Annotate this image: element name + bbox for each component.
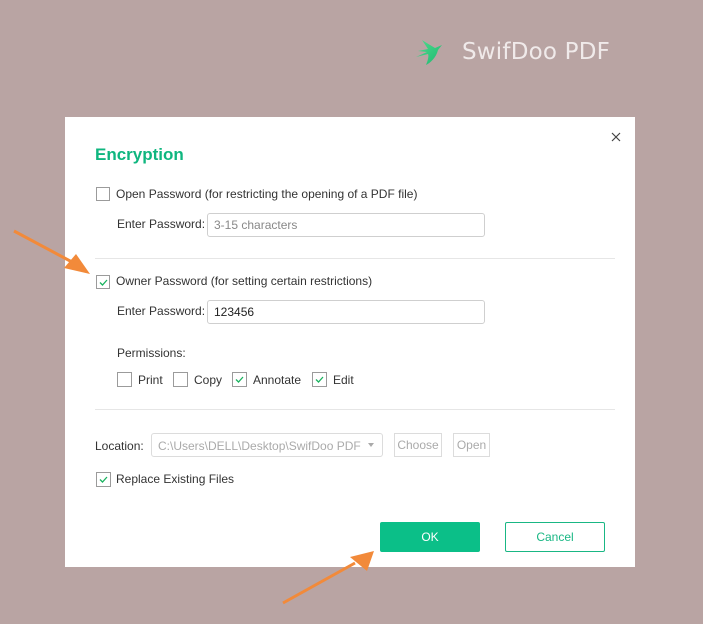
open-password-input[interactable]: 3-15 characters <box>207 213 485 237</box>
owner-password-label: Owner Password (for setting certain rest… <box>116 274 373 288</box>
choose-button[interactable]: Choose <box>394 433 442 457</box>
close-icon[interactable] <box>610 131 622 143</box>
divider <box>95 258 615 259</box>
dropdown-caret-icon <box>368 443 374 447</box>
permission-edit-checkbox[interactable] <box>312 372 327 387</box>
checkmark-icon <box>99 279 108 286</box>
open-password-label: Open Password (for restricting the openi… <box>116 187 418 201</box>
checkmark-icon <box>235 376 244 383</box>
swallow-bird-icon <box>416 40 442 65</box>
permission-edit-label: Edit <box>333 373 354 387</box>
dialog-title: Encryption <box>95 145 184 164</box>
open-folder-button[interactable]: Open <box>453 433 490 457</box>
open-password-field-label: Enter Password: <box>117 217 206 231</box>
owner-password-field-label: Enter Password: <box>117 304 206 318</box>
brand-name: SwifDoo PDF <box>462 39 611 65</box>
permission-annotate-checkbox[interactable] <box>232 372 247 387</box>
permission-print-checkbox[interactable] <box>117 372 132 387</box>
permission-copy-checkbox[interactable] <box>173 372 188 387</box>
open-password-checkbox[interactable] <box>96 187 110 201</box>
permissions-label: Permissions: <box>117 346 186 360</box>
permission-print-label: Print <box>138 373 163 387</box>
cancel-button[interactable]: Cancel <box>505 522 605 552</box>
permission-copy-label: Copy <box>194 373 223 387</box>
location-label: Location: <box>95 439 144 453</box>
brand-logo: SwifDoo PDF <box>414 34 610 70</box>
checkmark-icon <box>315 376 324 383</box>
encryption-dialog: Encryption Open Password (for restrictin… <box>65 117 635 567</box>
divider <box>95 409 615 410</box>
owner-password-input[interactable]: 123456 <box>207 300 485 324</box>
checkmark-icon <box>99 476 108 483</box>
location-value: C:\Users\DELL\Desktop\SwifDoo PDF <box>158 439 361 453</box>
replace-existing-label: Replace Existing Files <box>116 472 235 486</box>
permission-annotate-label: Annotate <box>253 373 302 387</box>
owner-password-checkbox[interactable] <box>96 275 110 289</box>
ok-button[interactable]: OK <box>380 522 480 552</box>
replace-existing-checkbox[interactable] <box>96 472 111 487</box>
location-select[interactable]: C:\Users\DELL\Desktop\SwifDoo PDF <box>151 433 383 457</box>
